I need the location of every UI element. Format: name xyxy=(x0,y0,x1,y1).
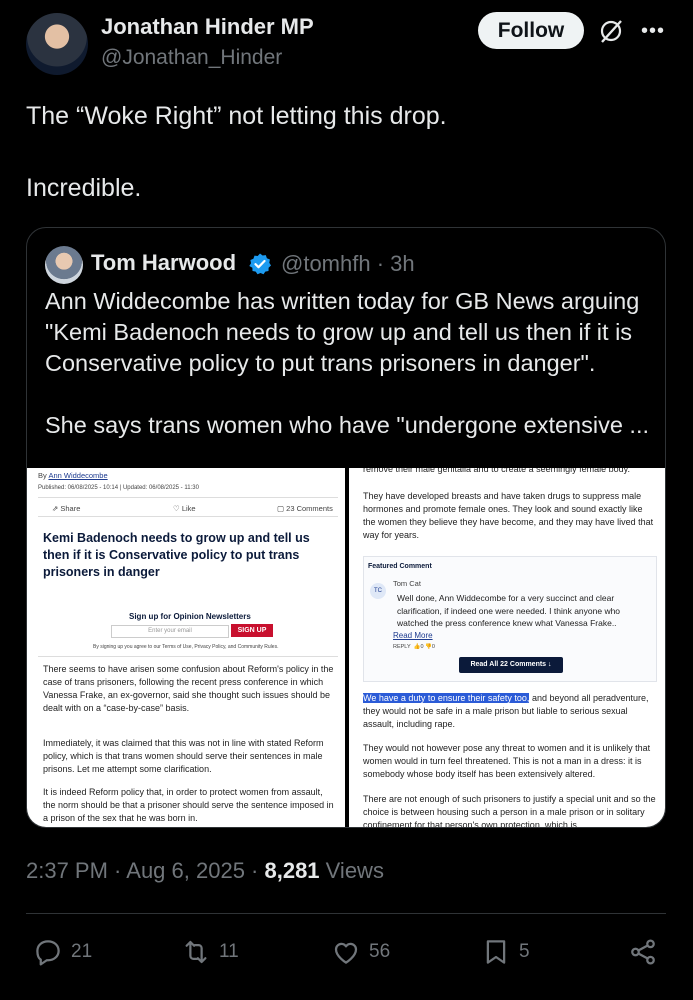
reply-icon xyxy=(36,940,60,966)
featured-label: Featured Comment xyxy=(368,563,432,570)
follow-button[interactable]: Follow xyxy=(478,12,584,49)
verified-badge-icon xyxy=(249,253,271,275)
article-paragraph: There are not enough of such prisoners t… xyxy=(363,794,656,828)
author-avatar[interactable] xyxy=(26,13,88,75)
bookmark-count: 5 xyxy=(519,941,530,962)
author-name[interactable]: Jonathan Hinder MP xyxy=(101,14,314,40)
article-paragraph: Immediately, it was claimed that this wa… xyxy=(43,738,324,774)
signup-button: SIGN UP xyxy=(231,624,273,637)
comments-link: ▢ 23 Comments xyxy=(277,504,333,513)
featured-comment: Featured Comment TC Tom Cat Well done, A… xyxy=(363,556,657,682)
repost-button[interactable]: 11 xyxy=(181,936,239,968)
signup-terms: By signing up you agree to our Terms of … xyxy=(93,644,279,650)
author-handle[interactable]: @Jonathan_Hinder xyxy=(101,46,282,70)
downvote-count: 0 xyxy=(431,644,435,650)
highlighted-text: We have a duty to ensure their safety to… xyxy=(363,693,530,703)
share-button[interactable] xyxy=(628,936,666,968)
like-label: Like xyxy=(181,504,196,513)
signup-title: Sign up for Opinion Newsletters xyxy=(129,612,251,621)
commenter-avatar: TC xyxy=(370,583,386,599)
quote-text: Ann Widdecombe has written today for GB … xyxy=(45,288,650,438)
quoted-tweet[interactable]: Tom Harwood @tomhfh · 3h Ann Widdecombe … xyxy=(26,227,666,828)
views-label: Views xyxy=(319,858,384,883)
share-link: ⇗ Share xyxy=(52,504,81,513)
comment-text: Well done, Ann Widdecombe for a very suc… xyxy=(397,593,621,628)
byline: By Ann Widdecombe xyxy=(38,471,108,480)
quote-author-name[interactable]: Tom Harwood xyxy=(91,250,236,276)
share-icon xyxy=(631,939,655,965)
reply-count: 21 xyxy=(71,941,93,962)
divider xyxy=(38,497,338,498)
like-button[interactable]: 56 xyxy=(331,936,390,968)
divider xyxy=(26,913,666,914)
comments-label: 23 Comments xyxy=(286,504,333,513)
quote-handle[interactable]: @tomhfh xyxy=(281,251,371,276)
byline-link: Ann Widdecombe xyxy=(48,471,108,480)
article-paragraph: remove their male genitalia and to creat… xyxy=(363,468,630,474)
divider xyxy=(38,656,338,657)
repost-count: 11 xyxy=(219,941,239,962)
byline-prefix: By xyxy=(38,471,49,480)
bookmark-icon xyxy=(486,940,506,964)
tweet-meta: 2:37 PM · Aug 6, 2025 · 8,281 Views xyxy=(26,858,384,884)
article-paragraph: They would not however pose any threat t… xyxy=(363,743,651,779)
like-icon xyxy=(334,942,358,964)
upvote-count: 0 xyxy=(420,644,424,650)
commenter-name: Tom Cat xyxy=(393,579,421,588)
share-label: Share xyxy=(60,504,81,513)
article-image-right[interactable]: remove their male genitalia and to creat… xyxy=(349,468,665,828)
repost-icon xyxy=(185,940,207,964)
reply-label: REPLY xyxy=(393,644,411,650)
reply-button[interactable]: 21 xyxy=(33,936,92,968)
quote-meta: @tomhfh · 3h xyxy=(281,251,415,277)
more-icon[interactable]: ••• xyxy=(641,20,665,43)
tweet-timestamp[interactable]: 2:37 PM · Aug 6, 2025 · xyxy=(26,858,264,883)
article-paragraph: We have a duty to ensure their safety to… xyxy=(363,692,655,731)
email-input: Enter your email xyxy=(111,625,229,638)
article-paragraph: They have developed breasts and have tak… xyxy=(363,491,654,540)
like-link: ♡ Like xyxy=(173,504,196,513)
like-count: 56 xyxy=(369,941,391,962)
article-paragraph: It is indeed Reform policy that, in orde… xyxy=(43,787,334,823)
views-count: 8,281 xyxy=(264,858,320,883)
divider xyxy=(38,516,338,517)
read-all-comments-button: Read All 22 Comments ↓ xyxy=(459,657,563,673)
article-paragraph: There seems to have arisen some confusio… xyxy=(43,664,334,713)
quote-avatar[interactable] xyxy=(45,246,83,284)
published-date: Published: 06/08/2025 - 10:14 | Updated:… xyxy=(38,485,199,491)
article-headline: Kemi Badenoch needs to grow up and tell … xyxy=(43,531,310,579)
read-more-link: Read More xyxy=(393,631,433,640)
tweet-text: The “Woke Right” not letting this drop. … xyxy=(26,102,447,202)
article-image-left[interactable]: By Ann Widdecombe Published: 06/08/2025 … xyxy=(27,468,345,827)
comment-actions: REPLY 👍0 👎0 xyxy=(393,644,435,650)
grok-icon[interactable] xyxy=(598,18,624,44)
quote-time[interactable]: · 3h xyxy=(377,251,415,276)
bookmark-button[interactable]: 5 xyxy=(481,936,530,968)
